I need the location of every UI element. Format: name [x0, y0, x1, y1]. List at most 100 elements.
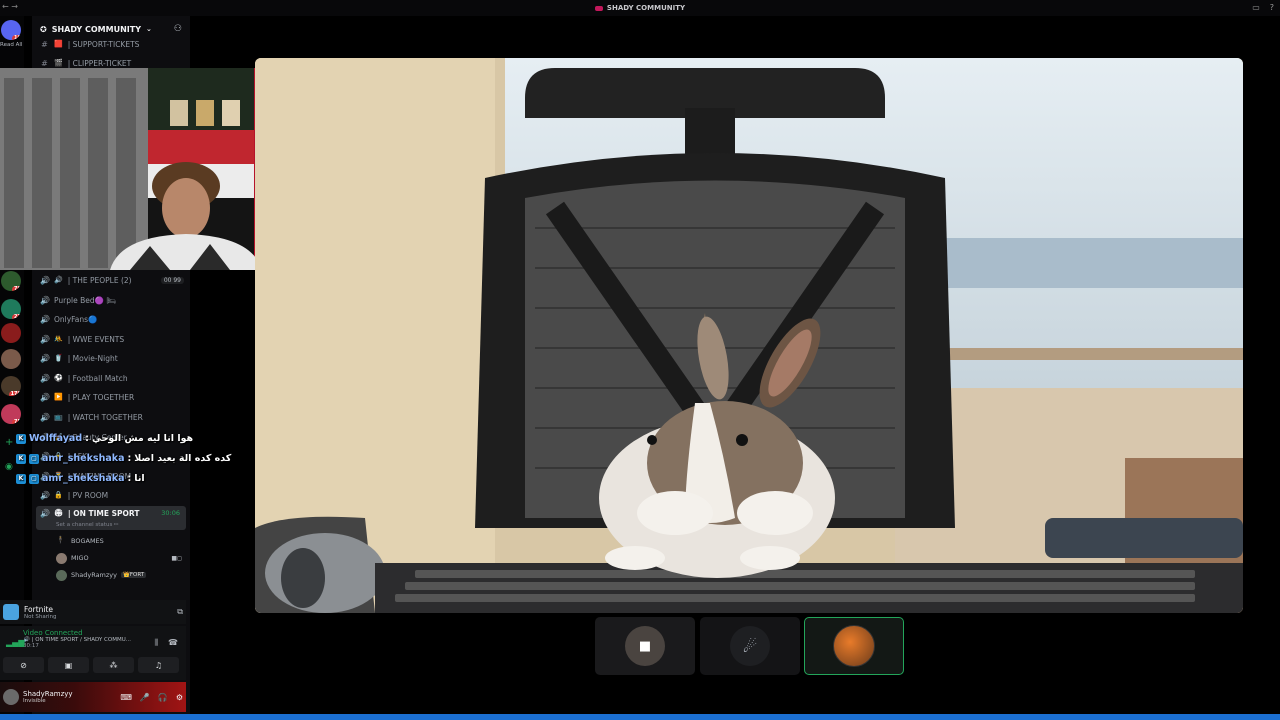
voice-timer: 30:17	[23, 643, 39, 649]
voice-user-name: MIGO	[71, 554, 89, 562]
voice-user-shadyramzyy[interactable]: ShadyRamzyy 👑FORT	[56, 568, 147, 582]
channel-play-together[interactable]: 🔊 ▶️ | PLAY TOGETHER	[40, 389, 190, 405]
discover-icon[interactable]: ◉	[5, 462, 13, 472]
channel-emoji: 🏟	[54, 509, 63, 517]
channel-watch-together[interactable]: 🔊 📺 | WATCH TOGETHER	[40, 409, 190, 425]
channel-label: | Football Match	[67, 373, 128, 383]
channel-label: | THE PEOPLE (2)	[67, 275, 132, 285]
chat-username: amr_shekshaka	[42, 473, 125, 484]
participant-tile[interactable]: ■	[595, 617, 695, 675]
channel-football-match[interactable]: 🔊 ⚽ | Football Match	[40, 370, 190, 386]
soundboard-button[interactable]: ♫	[138, 657, 179, 673]
channel-support-tickets[interactable]: # 🟥 | SUPPORT-TICKETS	[40, 36, 190, 52]
speaker-icon: 🔊	[40, 353, 50, 363]
speaker-icon: 🔊	[40, 373, 50, 383]
speaker-icon: 🔊	[40, 392, 50, 402]
user-panel: ShadyRamzyy Invisible ⌨ 🎤 🎧 ⚙	[0, 682, 186, 712]
unread-badge: 176	[8, 391, 21, 396]
channel-onlyfans[interactable]: 🔊 OnlyFans🔵	[40, 311, 190, 327]
server-icon[interactable]: 75	[1, 404, 21, 424]
channel-movie-night[interactable]: 🔊 🥤 | Movie-Night	[40, 350, 190, 366]
server-icon[interactable]: 76	[1, 271, 21, 291]
kick-icon: K	[16, 473, 26, 484]
add-server-icon[interactable]: +	[5, 437, 13, 448]
chat-text: هوا انا ليه مش الوحي	[91, 433, 194, 444]
server-icon[interactable]	[1, 349, 21, 369]
channel-emoji: 📺	[54, 413, 63, 421]
activity-game: Fortnite	[24, 604, 54, 614]
channel-emoji: 🟥	[54, 40, 63, 48]
channel-label: | WATCH TOGETHER	[67, 412, 143, 422]
hash-icon: #	[41, 39, 48, 49]
headphones-icon[interactable]: 🎧	[158, 693, 168, 702]
avatar: 🕴	[56, 535, 65, 544]
voice-connection-panel: ▂▄▆ Video Connected 🔊 | ON TIME SPORT / …	[0, 626, 186, 680]
screen-share-icon[interactable]: ⧉	[177, 607, 183, 617]
hash-icon: #	[41, 58, 48, 68]
inbox-icon[interactable]: ▭	[1252, 3, 1260, 12]
screen-share-button[interactable]: ▣	[48, 657, 89, 673]
read-all-button[interactable]: Read All	[0, 42, 22, 48]
invite-icon[interactable]: ⚇	[174, 24, 182, 34]
kick-icon: K	[16, 433, 26, 444]
activities-button[interactable]: ⁂	[93, 657, 134, 673]
rabbit-video-frame	[255, 58, 1243, 613]
disconnect-icon[interactable]: ☎	[168, 638, 178, 647]
microphone-icon[interactable]: 🎤	[140, 693, 150, 702]
activity-status: Not Sharing	[24, 613, 57, 620]
gear-icon[interactable]: ⚙	[176, 693, 183, 702]
voice-user-name: BOGAMES	[71, 537, 104, 545]
unread-badge: 76	[12, 286, 21, 291]
server-icon[interactable]: 27	[1, 299, 21, 319]
participant-tile-selected[interactable]	[804, 617, 904, 675]
kick-icon: K	[16, 453, 26, 464]
channel-label: | CLIPPER-TICKET	[67, 58, 132, 68]
camera-off-button[interactable]: ⊘	[3, 657, 44, 673]
channel-emoji: 🥤	[54, 354, 63, 362]
channel-the-people[interactable]: 🔊 🔊 | THE PEOPLE (2) 00 99	[40, 272, 190, 288]
speaker-icon: 🔊	[40, 334, 50, 344]
speaker-icon: 🔊	[40, 295, 50, 305]
unread-badge: 27	[12, 314, 21, 319]
fortnite-game-icon	[3, 604, 19, 620]
participant-tile[interactable]: ☄	[700, 617, 800, 675]
video-stage[interactable]	[255, 58, 1243, 613]
chat-message: K ▢ amr_shekshaka: كده كده الة بعيد اصلا	[16, 453, 231, 464]
voice-user-name: ShadyRamzyy	[71, 571, 117, 579]
channel-emoji: 🔊	[54, 276, 63, 284]
channel-label: | SUPPORT-TICKETS	[67, 39, 140, 49]
history-nav-buttons[interactable]: ← →	[2, 2, 18, 11]
avatar[interactable]	[3, 689, 19, 705]
channel-emoji: 🔒	[54, 491, 63, 499]
activity-panel: Fortnite Not Sharing ⧉	[0, 600, 186, 624]
noise-suppression-icon[interactable]: ⫼	[154, 638, 158, 648]
server-icon[interactable]: 176	[1, 376, 21, 396]
window-title: SHADY COMMUNITY	[606, 4, 686, 12]
game-controller-icon[interactable]: ⌨	[120, 693, 132, 702]
server-icon[interactable]	[1, 323, 21, 343]
channel-pv-room[interactable]: 🔊 🔒 | PV ROOM	[40, 487, 190, 503]
window-titlebar: ← → SHADY COMMUNITY ▭ ?	[0, 0, 1280, 16]
channel-emoji: 🤼	[54, 335, 63, 343]
channel-label: | PLAY TOGETHER	[67, 392, 135, 402]
direct-messages-icon[interactable]: 16	[1, 20, 21, 40]
help-icon[interactable]: ?	[1270, 3, 1274, 12]
channel-purple-bed[interactable]: 🔊 Purple Bed🟣 🛏	[40, 292, 190, 308]
badge-icon: ▢	[29, 453, 39, 464]
channel-label: Purple Bed🟣 🛏	[54, 295, 116, 305]
camera-icon: ■	[625, 626, 665, 666]
voice-user-bogames[interactable]: 🕴 BOGAMES	[56, 534, 104, 548]
os-taskbar	[0, 714, 1280, 720]
channel-label: | Movie-Night	[67, 353, 118, 363]
chat-message: K Wolffayad: هوا انا ليه مش الوحي	[16, 433, 193, 444]
channel-label: | WWE EVENTS	[67, 334, 125, 344]
voice-user-migo[interactable]: MIGO ■◻	[56, 551, 182, 565]
chat-username: Wolffayad	[29, 433, 83, 444]
channel-emoji: 🎬	[54, 59, 63, 67]
chat-username: amr_shekshaka	[42, 453, 125, 464]
server-name: SHADY COMMUNITY	[51, 24, 141, 34]
avatar	[833, 625, 875, 667]
channel-status[interactable]: Set a channel status ✏	[56, 522, 119, 528]
chat-text: كده كده الة بعيد اصلا	[134, 453, 232, 464]
channel-wwe-events[interactable]: 🔊 🤼 | WWE EVENTS	[40, 331, 190, 347]
